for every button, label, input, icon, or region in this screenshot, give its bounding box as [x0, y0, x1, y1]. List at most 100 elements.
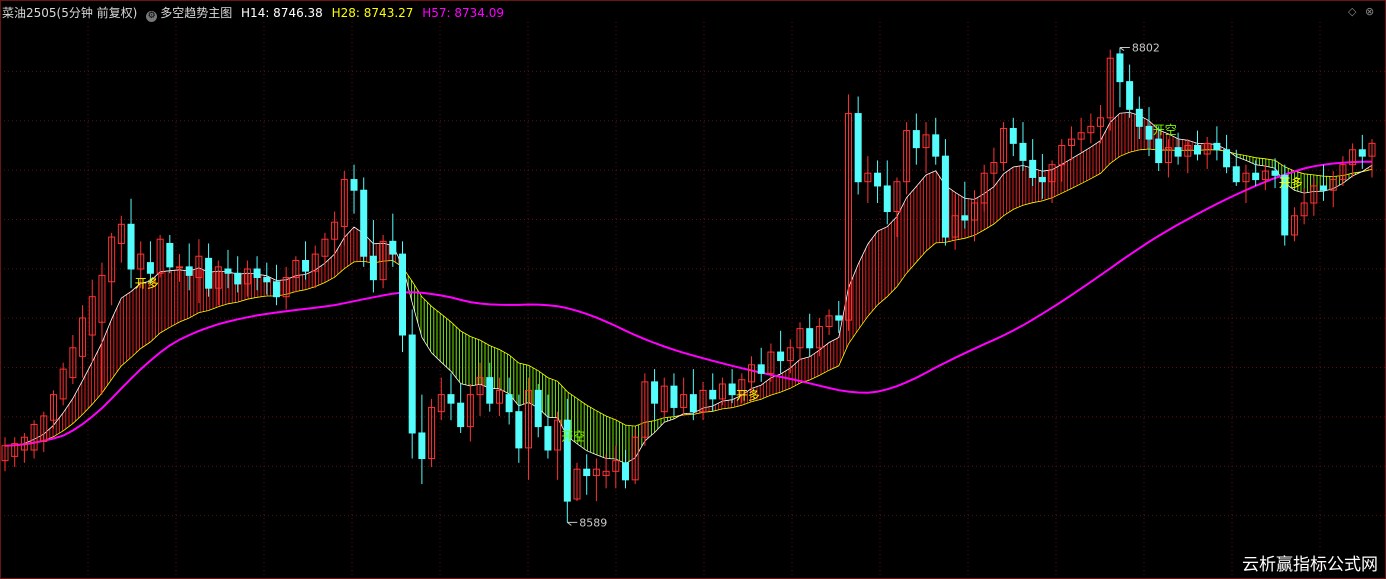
symbol-label[interactable]: 菜油2505(5分钟 前复权)	[2, 6, 137, 20]
candle-body	[176, 266, 184, 269]
candle	[360, 177, 368, 267]
candle-body	[912, 130, 920, 149]
candle	[757, 347, 765, 382]
candle	[621, 450, 629, 489]
candle	[612, 445, 620, 489]
candle-body	[728, 383, 736, 396]
candles	[1, 47, 1376, 523]
candle	[602, 454, 610, 489]
candle-body	[883, 185, 891, 213]
candle-body	[302, 259, 310, 272]
candle	[1271, 158, 1279, 189]
candle	[311, 245, 319, 289]
low-marker	[567, 521, 578, 526]
candle	[951, 194, 959, 250]
candle	[1310, 177, 1318, 216]
candle-body	[486, 377, 494, 404]
candle	[592, 458, 600, 502]
candle-body	[1038, 176, 1046, 183]
candle	[796, 322, 804, 361]
candle	[466, 384, 474, 442]
candle	[486, 362, 494, 412]
signal-label: 开多	[1279, 176, 1303, 190]
candle	[699, 381, 707, 421]
candle-body	[1232, 166, 1240, 183]
candle-body	[1009, 127, 1017, 144]
candle-body	[369, 255, 377, 281]
candle	[428, 398, 436, 468]
candle-body	[757, 364, 765, 374]
candle-body	[1358, 149, 1366, 157]
candle	[292, 256, 300, 293]
candle	[1, 437, 9, 472]
candle-body	[389, 240, 397, 255]
candle	[437, 377, 445, 421]
candle-body	[185, 266, 193, 276]
candle	[864, 156, 872, 203]
candle-body	[806, 328, 814, 349]
high-label: 8802	[1132, 42, 1160, 55]
candle	[457, 384, 465, 433]
candle	[1320, 164, 1328, 201]
candle	[1087, 113, 1095, 144]
candle	[20, 432, 28, 463]
candle-body	[1320, 185, 1328, 191]
chart-header: 菜油2505(5分钟 前复权) ⚙ 多空趋势主图 H14: 8746.38 H28…	[2, 5, 509, 22]
candle-body	[350, 179, 358, 191]
candle-body	[854, 113, 862, 183]
candle-body	[941, 155, 949, 238]
candle	[408, 309, 416, 459]
candle-body	[777, 351, 785, 362]
candle-body	[1019, 142, 1027, 161]
candle-body	[1252, 172, 1260, 181]
candle	[961, 181, 969, 229]
candle	[166, 234, 174, 274]
candle	[389, 213, 397, 267]
candle	[1029, 139, 1037, 186]
candle-body	[360, 189, 368, 257]
candle	[11, 437, 19, 468]
candle-body	[583, 468, 591, 477]
candle-body	[1174, 147, 1182, 157]
candle-body	[1223, 149, 1231, 168]
candle-body	[961, 215, 969, 221]
candle	[369, 220, 377, 293]
candle	[398, 241, 407, 353]
candle	[980, 164, 988, 212]
candle-body	[457, 402, 465, 428]
candle	[1203, 136, 1211, 169]
candle-body	[398, 253, 407, 336]
candle	[1300, 188, 1308, 225]
candlestick-chart[interactable]: 88028589开多开空开多开空开多	[0, 0, 1386, 579]
candle	[418, 394, 426, 485]
candle-body	[515, 411, 523, 449]
candle	[1252, 160, 1260, 186]
candle-body	[651, 381, 659, 404]
candle	[447, 373, 455, 421]
candle-body	[544, 426, 552, 451]
circle-close-icon[interactable]: ⊗	[1365, 5, 1374, 19]
candle	[30, 420, 38, 459]
candle	[631, 428, 639, 485]
candle	[1067, 126, 1075, 161]
candle-body	[1213, 142, 1221, 151]
candle	[883, 160, 891, 225]
candle	[689, 369, 697, 421]
indicator-name[interactable]: 多空趋势主图	[160, 6, 232, 20]
diamond-icon[interactable]: ◇	[1348, 5, 1356, 19]
candle-body	[1126, 81, 1134, 110]
candle-body	[272, 281, 280, 298]
candle	[1116, 47, 1124, 108]
candle-body	[1135, 108, 1143, 127]
candle-body	[534, 389, 542, 428]
high-marker	[1119, 47, 1130, 51]
candle	[1358, 134, 1366, 169]
candle-body	[205, 257, 213, 289]
circle-gear-icon[interactable]: ⚙	[146, 11, 158, 22]
candle	[583, 454, 591, 495]
candle	[127, 198, 135, 289]
candle	[825, 309, 833, 336]
candle	[331, 211, 339, 259]
grid	[0, 22, 1386, 579]
candle	[1000, 122, 1008, 172]
